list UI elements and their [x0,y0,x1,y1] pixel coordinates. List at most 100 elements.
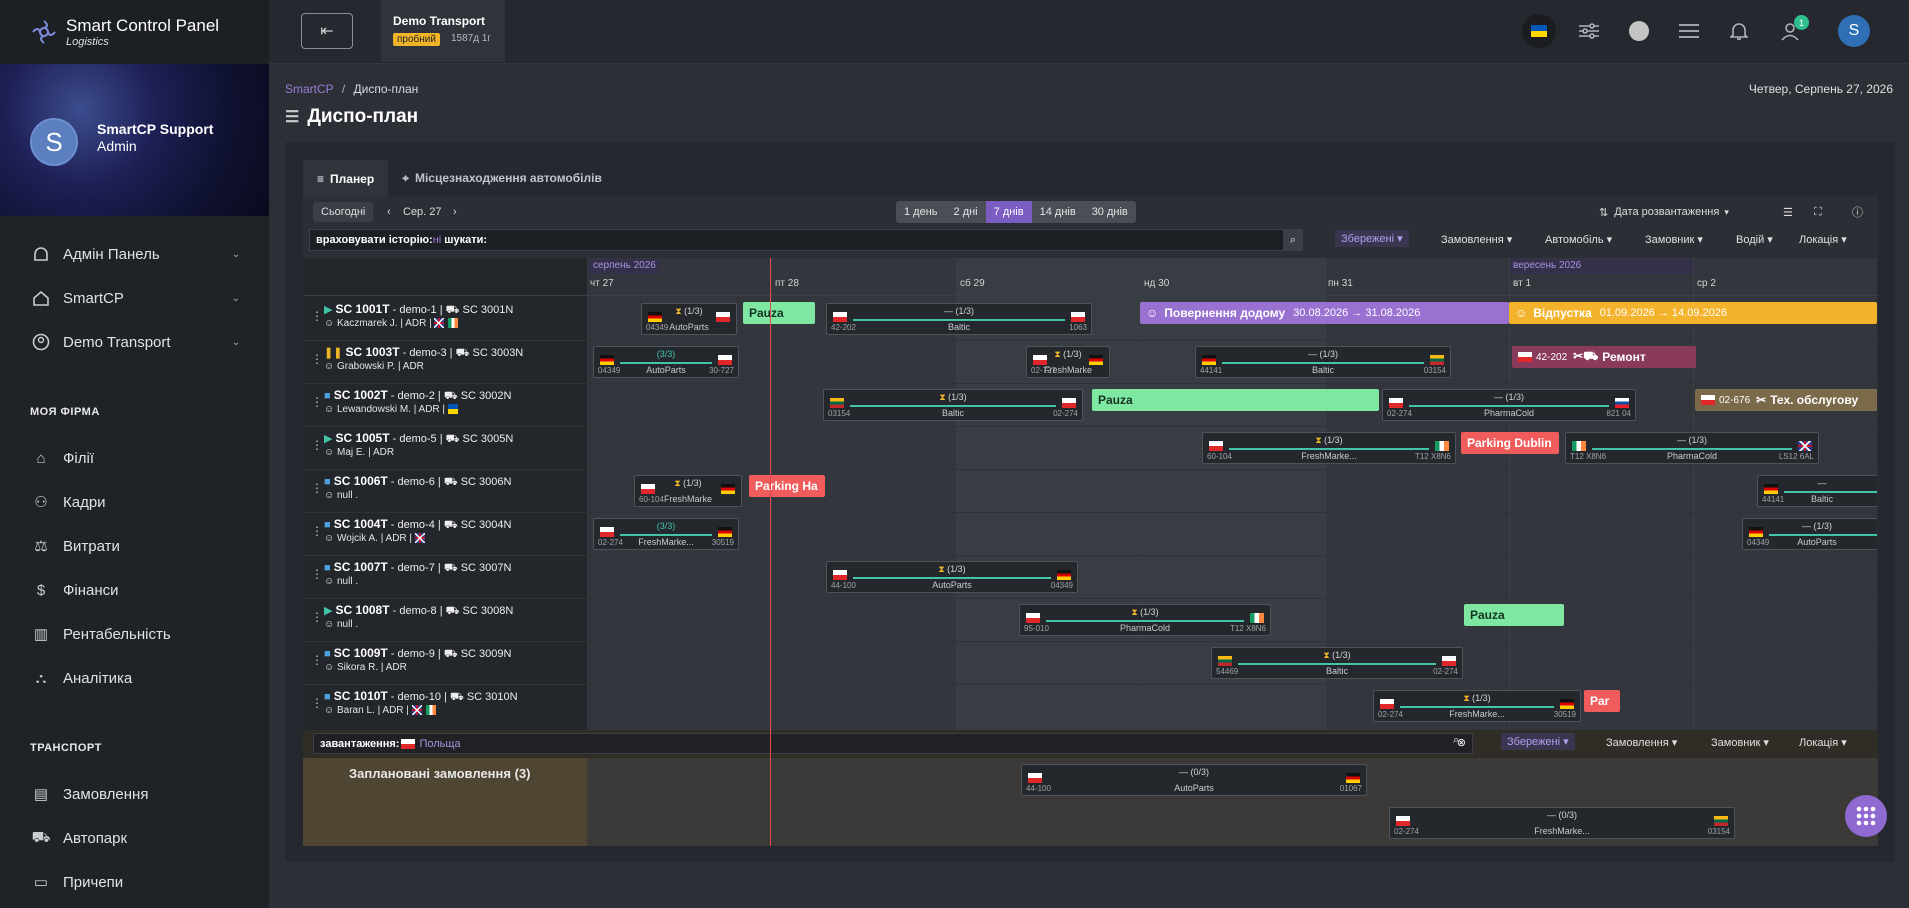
fullscreen-icon[interactable]: ⛶ [1814,202,1822,222]
history-toggle[interactable]: ні [433,234,442,246]
more-icon[interactable]: ⋮ [311,481,323,495]
sort-dropdown[interactable]: ⇅ Дата розвантаження ▾ [1599,202,1729,222]
repair-event[interactable]: 42-202 ✂⛟ Ремонт [1512,346,1696,368]
tab-planner[interactable]: ≡ Планер [303,160,389,196]
pause-event[interactable]: Pauza [1092,389,1379,411]
trip-card[interactable]: — (1/3) PharmaCold T12 X8N6 LS12 6AL [1565,432,1819,464]
vehicle-row[interactable]: ⋮ ■ SC 1004T - demo-4 | ⛟ SC 3004N ☺ Wojci… [303,512,587,555]
pause-event[interactable]: Pauza [1464,604,1564,626]
search-icon[interactable]: ⌕ [1453,734,1459,747]
filter-customer[interactable]: Замовник ▾ [1711,736,1769,749]
app-logo[interactable]: Smart Control Panel Logistics [0,0,269,64]
more-icon[interactable]: ⋮ [311,438,323,452]
range-14-days[interactable]: 14 днів [1032,201,1084,223]
vehicle-row[interactable]: ⋮ ■ SC 1006T - demo-6 | ⛟ SC 3006N ☺ null … [303,469,587,512]
more-icon[interactable]: ⋮ [311,352,323,366]
return-home-event[interactable]: ☺ Повернення додому 30.08.2026 → 31.08.202… [1140,302,1509,324]
more-icon[interactable]: ⋮ [311,610,323,624]
trip-card[interactable]: (3/3) FreshMarke... 02-274 30519 [593,518,739,550]
parking-event[interactable]: Par [1584,690,1620,712]
collapse-sidebar-button[interactable]: ⇤ [301,13,353,49]
nav-fleet[interactable]: ⛟ Автопарк [30,827,240,849]
trip-card[interactable]: ⧗ (1/3) Baltic 03154 02-274 [823,389,1083,421]
tab-vehicle-location[interactable]: ⌖ Місцезнаходження автомобілів [388,160,616,196]
filter-location[interactable]: Локація ▾ [1799,233,1847,246]
next-date-button[interactable]: › [453,202,457,222]
parking-event[interactable]: Parking Ha [749,475,825,497]
loading-search-input[interactable]: завантаження: Польща ⊗ [313,733,1473,754]
trip-card[interactable]: ⧗ (1/3) PharmaCold 95-010 T12 X8N6 [1019,604,1271,636]
service-event[interactable]: 02-676 ✂ Тех. обслугову [1695,389,1877,411]
pause-event[interactable]: Pauza [743,302,815,324]
trip-card[interactable]: — Baltic 44141 [1757,475,1877,507]
trip-card[interactable]: ⧗ (1/3) FreshMarke 02-727 [1026,346,1110,378]
more-icon[interactable]: ⋮ [311,524,323,538]
nav-demo-transport[interactable]: Demo Transport ⌄ [30,331,240,353]
filter-orders[interactable]: Замовлення ▾ [1606,736,1677,749]
range-30-days[interactable]: 30 днів [1084,201,1136,223]
nav-orders[interactable]: ▤ Замовлення [30,783,240,805]
sliders-icon[interactable] [1574,16,1604,46]
trip-card[interactable]: ⧗ (1/3) AutoParts 04349 [641,303,737,335]
breadcrumb-root[interactable]: SmartCP [285,82,333,96]
bell-icon[interactable] [1724,16,1754,46]
nav-profitability[interactable]: ▥ Рентабельність [30,623,240,645]
user-avatar[interactable]: S [1838,15,1870,47]
vehicle-row[interactable]: ⋮ ■ SC 1002T - demo-2 | ⛟ SC 3002N ☺ Lewan… [303,383,587,426]
vacation-event[interactable]: ☺ Відпустка 01.09.2026 → 14.09.2026 [1509,302,1877,324]
more-icon[interactable]: ⋮ [311,653,323,667]
filter-location[interactable]: Локація ▾ [1799,736,1847,749]
more-icon[interactable]: ⋮ [311,309,323,323]
prev-date-button[interactable]: ‹ [387,202,391,222]
filter-saved[interactable]: Збережені ▾ [1501,733,1575,750]
language-flag-icon[interactable] [1522,14,1556,48]
menu-icon[interactable] [1674,16,1704,46]
nav-smartcp[interactable]: SmartCP ⌄ [30,287,240,309]
vehicle-row[interactable]: ⋮ ■ SC 1010T - demo-10 | ⛟ SC 3010N ☺ Bara… [303,684,587,727]
trip-card[interactable]: ⧗ (1/3) FreshMarke... 60-104 T12 X8N6 [1202,432,1456,464]
company-selector[interactable]: Demo Transport пробний 1587д 1г [381,0,505,62]
search-icon[interactable]: ⌕ [1283,229,1303,251]
range-7-days[interactable]: 7 днів [985,201,1032,223]
vehicle-row[interactable]: ⋮ ▶ SC 1008T - demo-8 | ⛟ SC 3008N ☺ null … [303,598,587,641]
order-card[interactable]: — (0/3) AutoParts 44-100 01067 [1021,764,1367,796]
trip-card[interactable]: — (1/3) AutoParts 04349 [1742,518,1877,550]
trip-card[interactable]: ⧗ (1/3) FreshMarke 60-104 [634,475,742,507]
filter-vehicle[interactable]: Автомобіль ▾ [1545,233,1612,246]
more-icon[interactable]: ⋮ [311,395,323,409]
vehicle-row[interactable]: ⋮ ■ SC 1007T - demo-7 | ⛟ SC 3007N ☺ null … [303,555,587,598]
vehicle-row[interactable]: ⋮ ■ SC 1009T - demo-9 | ⛟ SC 3009N ☺ Sikor… [303,641,587,684]
trip-card[interactable]: — (1/3) Baltic 42-202 1063 [826,303,1092,335]
filter-driver[interactable]: Водій ▾ [1736,233,1773,246]
filter-saved[interactable]: Збережені ▾ [1335,230,1409,247]
trip-card[interactable]: ⧗ (1/3) AutoParts 44-100 04349 [826,561,1078,593]
more-icon[interactable]: ⋮ [311,696,323,710]
theme-toggle-icon[interactable] [1624,16,1654,46]
trip-card[interactable]: — (1/3) Baltic 44141 03154 [1195,346,1451,378]
nav-expenses[interactable]: ⚖ Витрати [30,535,240,557]
more-icon[interactable]: ⋮ [311,567,323,581]
nav-analytics[interactable]: ⛬ Аналітика [30,667,240,689]
nav-finance[interactable]: $ Фінанси [30,579,240,601]
info-icon[interactable]: ⓘ [1852,202,1863,222]
order-card[interactable]: — (0/3) FreshMarke... 02-274 03154 [1389,807,1735,839]
trip-card[interactable]: — (1/3) PharmaCold 02-274 821 04 [1382,389,1636,421]
filter-customer[interactable]: Замовник ▾ [1645,233,1703,246]
trip-card[interactable]: (3/3) AutoParts 04349 30-727 [593,346,739,378]
user-profile-card[interactable]: S SmartCP Support Admin [0,64,269,216]
apps-grid-button[interactable] [1845,795,1887,837]
settings-sliders-icon[interactable]: ☰ [1783,202,1793,222]
trip-card[interactable]: ⧗ (1/3) FreshMarke... 02-274 30519 [1373,690,1581,722]
today-button[interactable]: Сьогодні [313,202,374,222]
vehicle-row[interactable]: ⋮ ❚❚ SC 1003T - demo-3 | ⛟ SC 3003N ☺ Grab… [303,340,587,383]
filter-orders[interactable]: Замовлення ▾ [1441,233,1512,246]
range-1-day[interactable]: 1 день [896,201,946,223]
vehicle-row[interactable]: ⋮ ▶ SC 1001T - demo-1 | ⛟ SC 3001N ☺ Kaczm… [303,297,587,340]
nav-admin-panel[interactable]: Адмін Панель ⌄ [30,243,240,265]
parking-event[interactable]: Parking Dublin [1461,432,1559,454]
trip-card[interactable]: ⧗ (1/3) Baltic 54469 02-274 [1211,647,1463,679]
vehicle-row[interactable]: ⋮ ▶ SC 1005T - demo-5 | ⛟ SC 3005N ☺ Maj E… [303,426,587,469]
nav-branches[interactable]: ⌂ Філії [30,447,240,469]
nav-trailers[interactable]: ▭ Причепи [30,871,240,893]
nav-staff[interactable]: ⚇ Кадри [30,491,240,513]
